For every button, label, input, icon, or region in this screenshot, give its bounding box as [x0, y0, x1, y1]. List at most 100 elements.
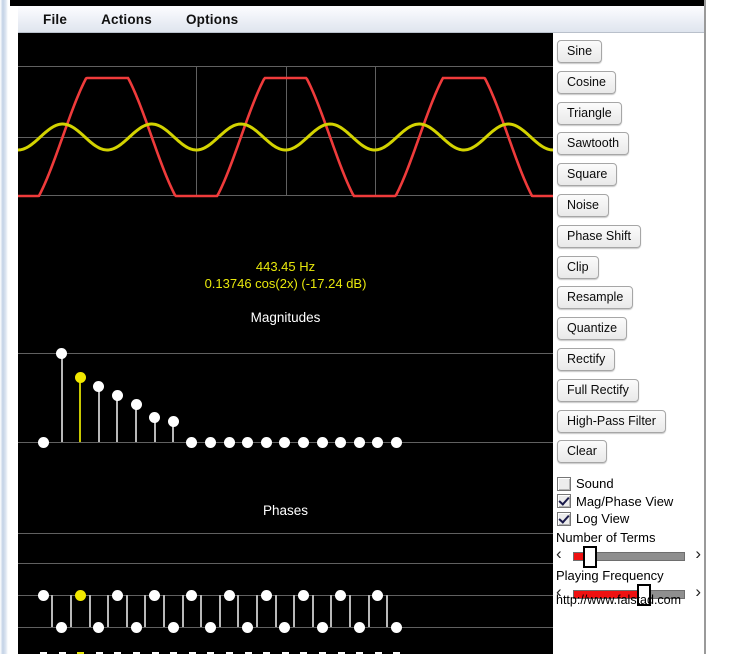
magnitude-handle[interactable]: [149, 411, 161, 423]
phase-connector: [274, 595, 277, 627]
action-button-quantize[interactable]: Quantize: [557, 317, 628, 341]
phase-handle[interactable]: [37, 589, 49, 601]
phase-handle[interactable]: [149, 589, 161, 601]
slider-right-arrow-icon[interactable]: ›: [695, 583, 701, 601]
phase-handle[interactable]: [111, 589, 123, 601]
checkbox-box[interactable]: [557, 476, 571, 491]
magnitude-handle[interactable]: [335, 436, 347, 448]
action-button-square[interactable]: Square: [557, 163, 618, 187]
action-button-clip[interactable]: Clip: [557, 255, 599, 279]
magnitude-stem[interactable]: [79, 377, 82, 442]
magnitude-handle[interactable]: [279, 436, 291, 448]
checkbox-label: Mag/Phase View: [576, 493, 674, 509]
action-button-sine[interactable]: Sine: [557, 40, 603, 63]
magnitude-handle[interactable]: [372, 436, 384, 448]
fourier-canvas[interactable]: 443.45 Hz 0.13746 cos(2x) (-17.24 dB) Ma…: [18, 33, 553, 654]
phase-handle[interactable]: [204, 621, 216, 633]
checkbox-box[interactable]: [557, 511, 571, 526]
phase-handle[interactable]: [56, 621, 68, 633]
phase-handle[interactable]: [186, 589, 198, 601]
magnitudes-title: Magnitudes: [250, 310, 321, 325]
magnitude-handle[interactable]: [186, 436, 198, 448]
magnitude-handle[interactable]: [260, 436, 272, 448]
phase-handle[interactable]: [74, 589, 86, 601]
checkbox-label: Log View: [576, 511, 630, 526]
magnitude-handle[interactable]: [353, 436, 365, 448]
action-button-rectify[interactable]: Rectify: [557, 348, 616, 371]
menu-bar: File Actions Options: [18, 6, 704, 33]
phases-gridline-3: [18, 595, 553, 596]
magnitude-stem[interactable]: [97, 386, 100, 442]
phases-gridline-2: [18, 563, 553, 564]
phase-connector: [237, 595, 240, 627]
action-button-high-pass-filter[interactable]: High-Pass Filter: [557, 409, 666, 433]
magnitude-handle[interactable]: [74, 372, 86, 384]
slider-left-arrow-icon[interactable]: ‹: [556, 545, 562, 563]
magnitude-handle[interactable]: [111, 390, 123, 402]
phase-handle[interactable]: [372, 589, 384, 601]
checkbox-sound[interactable]: Sound: [557, 476, 614, 491]
magnitude-handle[interactable]: [130, 399, 142, 411]
waveform-plot: [18, 76, 553, 198]
phase-connector: [386, 595, 389, 627]
magnitude-stem[interactable]: [116, 395, 119, 442]
phase-handle[interactable]: [335, 589, 347, 601]
menu-item-actions[interactable]: Actions: [90, 9, 163, 30]
magnitude-handle[interactable]: [167, 416, 179, 428]
slider-right-arrow-icon[interactable]: ›: [695, 545, 701, 563]
phase-connector: [144, 595, 147, 627]
magnitude-stem[interactable]: [135, 404, 137, 442]
action-button-clear[interactable]: Clear: [557, 440, 607, 464]
phase-connector: [348, 595, 351, 627]
phase-connector: [311, 595, 314, 627]
magnitude-stem[interactable]: [60, 353, 63, 442]
magnitude-handle[interactable]: [316, 436, 328, 448]
phases-title: Phases: [262, 503, 309, 518]
page-left-gradient-strip: [0, 0, 8, 654]
phase-handle[interactable]: [223, 589, 235, 601]
phase-handle[interactable]: [167, 621, 179, 633]
page-right-margin: [709, 0, 729, 654]
phase-handle[interactable]: [260, 589, 272, 601]
magnitude-handle[interactable]: [297, 436, 309, 448]
magnitude-handle[interactable]: [37, 436, 49, 448]
magnitude-handle[interactable]: [223, 436, 235, 448]
action-button-full-rectify[interactable]: Full Rectify: [557, 378, 639, 402]
action-button-resample[interactable]: Resample: [557, 286, 634, 310]
magnitude-handle[interactable]: [93, 381, 105, 393]
slider-number-of-terms[interactable]: ‹ ›: [555, 545, 701, 568]
phase-connector: [107, 595, 110, 627]
phase-handle[interactable]: [93, 621, 105, 633]
magnitude-handle[interactable]: [204, 436, 216, 448]
checkbox-box[interactable]: [557, 494, 571, 508]
menu-item-options[interactable]: Options: [175, 9, 249, 30]
phase-handle[interactable]: [279, 621, 291, 633]
magnitude-handle[interactable]: [242, 436, 254, 448]
checkbox-log-view[interactable]: Log View: [557, 511, 629, 526]
menu-item-file[interactable]: File: [32, 9, 78, 30]
phase-connector: [255, 595, 258, 627]
phase-connector: [330, 595, 333, 627]
magnitude-handle[interactable]: [390, 436, 402, 448]
phase-handle[interactable]: [353, 621, 365, 633]
phase-connector: [88, 595, 91, 627]
magnitudes-gridline-top: [18, 353, 553, 354]
action-button-noise[interactable]: Noise: [557, 194, 609, 217]
phase-handle[interactable]: [390, 621, 402, 633]
phase-handle[interactable]: [316, 621, 328, 633]
action-button-cosine[interactable]: Cosine: [557, 70, 616, 94]
action-button-triangle[interactable]: Triangle: [557, 101, 622, 125]
phase-connector: [367, 595, 370, 627]
action-button-phase-shift[interactable]: Phase Shift: [557, 224, 641, 248]
phase-handle[interactable]: [242, 621, 254, 633]
phase-handle[interactable]: [130, 621, 142, 633]
phase-connector: [162, 595, 165, 627]
action-button-sawtooth[interactable]: Sawtooth: [557, 132, 630, 156]
checkbox-mag-phase-view[interactable]: Mag/Phase View: [557, 494, 673, 509]
phase-connector: [293, 595, 296, 627]
slider-thumb[interactable]: [583, 546, 598, 568]
magnitude-handle[interactable]: [56, 347, 68, 359]
readout-frequency: 443.45 Hz: [255, 259, 316, 274]
phase-handle[interactable]: [297, 589, 309, 601]
phases-gridline-1: [18, 533, 553, 534]
